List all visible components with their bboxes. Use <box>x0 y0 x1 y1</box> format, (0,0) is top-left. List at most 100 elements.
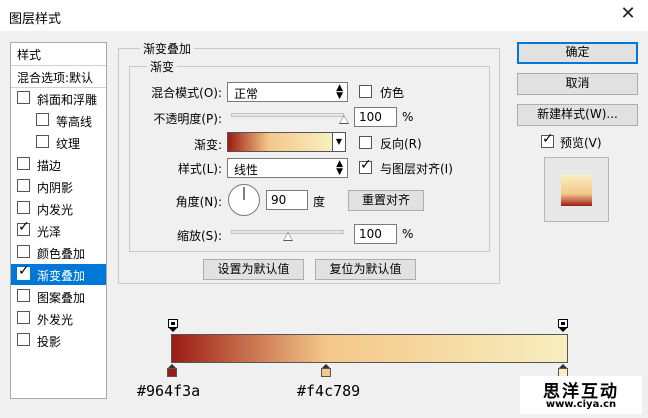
updown-arrow-icon: ▲ ▼ <box>336 159 343 177</box>
opacity-stop-left[interactable] <box>168 319 178 332</box>
sidebar-item[interactable]: 内发光 <box>11 198 106 219</box>
sidebar-item-checkbox[interactable] <box>36 113 49 126</box>
sidebar-item[interactable]: ✓ 光泽 <box>11 220 106 241</box>
preview-swatch <box>561 175 592 206</box>
title-bar: 图层样式 ✕ <box>0 0 648 31</box>
reset-to-default-button[interactable]: 复位为默认值 <box>315 259 416 280</box>
gradient-dropdown-icon[interactable]: ▼ <box>333 132 346 152</box>
sidebar-item-checkbox[interactable] <box>17 245 30 258</box>
opacity-slider-track[interactable] <box>231 113 344 117</box>
scale-slider-thumb[interactable] <box>282 232 293 241</box>
sidebar-item-label: 纹理 <box>56 137 81 151</box>
scale-percent: % <box>402 227 414 241</box>
align-with-layer-checkbox[interactable]: ✓ <box>359 157 372 174</box>
color-stop-middle[interactable] <box>320 364 331 377</box>
sidebar-item-label: 渐变叠加 <box>37 269 86 283</box>
preview-box <box>544 157 609 222</box>
sidebar-item-checkbox[interactable] <box>17 157 30 170</box>
check-icon: ✓ <box>18 263 30 279</box>
sidebar-item[interactable]: 图案叠加 <box>11 286 106 307</box>
gradient-swatch[interactable] <box>227 132 333 152</box>
set-as-default-button[interactable]: 设置为默认值 <box>203 259 304 280</box>
dither-label: 仿色 <box>380 86 405 100</box>
sidebar-item-checkbox[interactable] <box>17 289 30 302</box>
check-icon: ✓ <box>360 157 372 173</box>
opacity-input[interactable]: 100 <box>354 107 397 127</box>
opacity-slider-thumb[interactable] <box>339 115 349 124</box>
sidebar-item-checkbox[interactable]: ✓ <box>17 219 30 236</box>
sidebar-item[interactable]: 斜面和浮雕 <box>11 88 106 109</box>
sidebar-item-label: 颜色叠加 <box>37 247 86 261</box>
blend-mode-select[interactable]: 正常 ▲ ▼ <box>227 82 348 102</box>
sidebar-item-label: 等高线 <box>56 115 93 129</box>
sidebar-item[interactable]: 投影 <box>11 330 106 351</box>
reverse-checkbox[interactable]: ✓ <box>359 136 372 149</box>
sidebar-item-blend-options[interactable]: 混合选项:默认 <box>11 66 106 88</box>
sidebar-item[interactable]: 内阴影 <box>11 176 106 197</box>
opacity-stop-right[interactable] <box>558 319 568 332</box>
sidebar-item-checkbox[interactable]: ✓ <box>17 263 30 280</box>
check-icon: ✓ <box>18 219 30 235</box>
angle-input[interactable]: 90 <box>266 190 308 210</box>
sidebar-header-label: 样式 <box>17 48 42 62</box>
cancel-button[interactable]: 取消 <box>517 73 638 95</box>
angle-degree-unit: 度 <box>313 195 326 209</box>
sidebar-item[interactable]: ✓ 渐变叠加 <box>11 264 106 285</box>
sidebar-item-label: 斜面和浮雕 <box>37 93 98 107</box>
new-style-button[interactable]: 新建样式(W)... <box>517 104 638 126</box>
sidebar-item-label: 内发光 <box>37 203 74 217</box>
dither-checkbox[interactable]: ✓ <box>359 85 372 98</box>
opacity-percent: % <box>402 110 414 124</box>
sidebar-item-label: 描边 <box>37 159 62 173</box>
sidebar-item-label: 内阴影 <box>37 181 74 195</box>
align-with-layer-label: 与图层对齐(I) <box>380 162 453 176</box>
sidebar-item[interactable]: 颜色叠加 <box>11 242 106 263</box>
sidebar-item-label: 图案叠加 <box>37 291 86 305</box>
preview-checkbox[interactable]: ✓ <box>541 131 554 148</box>
style-value: 线性 <box>234 163 259 177</box>
sidebar-item-checkbox[interactable] <box>17 91 30 104</box>
subgroup-title: 渐变 <box>147 58 178 75</box>
blend-mode-label: 混合模式(O): <box>151 86 222 100</box>
styles-sidebar: 样式 混合选项:默认 斜面和浮雕等高线纹理描边内阴影内发光 ✓ 光泽颜色叠加 ✓ 渐变叠… <box>10 42 107 399</box>
ok-button[interactable]: 确定 <box>517 42 638 64</box>
sidebar-item-checkbox[interactable] <box>36 135 49 148</box>
close-icon[interactable]: ✕ <box>618 4 638 24</box>
scale-label: 缩放(S): <box>176 229 222 243</box>
angle-dial[interactable] <box>228 184 260 216</box>
gradient-label: 渐变: <box>193 138 222 152</box>
angle-label: 角度(N): <box>175 195 222 209</box>
sidebar-item[interactable]: 等高线 <box>11 110 106 131</box>
updown-arrow-icon: ▲ ▼ <box>336 83 343 101</box>
reverse-label: 反向(R) <box>380 137 422 151</box>
left-color-hex-label: #964f3a <box>137 382 201 400</box>
sidebar-item[interactable]: 外发光 <box>11 308 106 329</box>
sidebar-item-label: 光泽 <box>37 225 62 239</box>
sidebar-header: 样式 <box>11 43 106 66</box>
blend-mode-value: 正常 <box>234 87 259 101</box>
style-select[interactable]: 线性 ▲ ▼ <box>227 158 348 178</box>
sidebar-item[interactable]: 纹理 <box>11 132 106 153</box>
sidebar-item-label: 投影 <box>37 335 62 349</box>
watermark: 思洋互动 www.ciya.cn <box>520 376 642 414</box>
sidebar-item-checkbox[interactable] <box>17 333 30 346</box>
sidebar-item-label: 混合选项:默认 <box>17 71 94 85</box>
sidebar-item-checkbox[interactable] <box>17 179 30 192</box>
sidebar-item[interactable]: 描边 <box>11 154 106 175</box>
watermark-url: www.ciya.cn <box>545 399 617 410</box>
angle-needle-icon <box>243 187 245 200</box>
sidebar-item-checkbox[interactable] <box>17 201 30 214</box>
sidebar-item-checkbox[interactable] <box>17 311 30 324</box>
window-title: 图层样式 <box>9 12 62 27</box>
reset-alignment-button[interactable]: 重置对齐 <box>348 190 424 211</box>
preview-label: 预览(V) <box>560 136 602 150</box>
group-title: 渐变叠加 <box>140 40 195 57</box>
style-label: 样式(L): <box>177 162 222 176</box>
middle-color-hex-label: #f4c789 <box>297 382 361 400</box>
opacity-label: 不透明度(P): <box>153 112 222 126</box>
color-stop-left[interactable] <box>167 364 177 377</box>
sidebar-item-label: 外发光 <box>37 313 74 327</box>
check-icon: ✓ <box>542 131 554 147</box>
gradient-editor-bar[interactable] <box>171 334 568 363</box>
scale-input[interactable]: 100 <box>354 224 397 244</box>
